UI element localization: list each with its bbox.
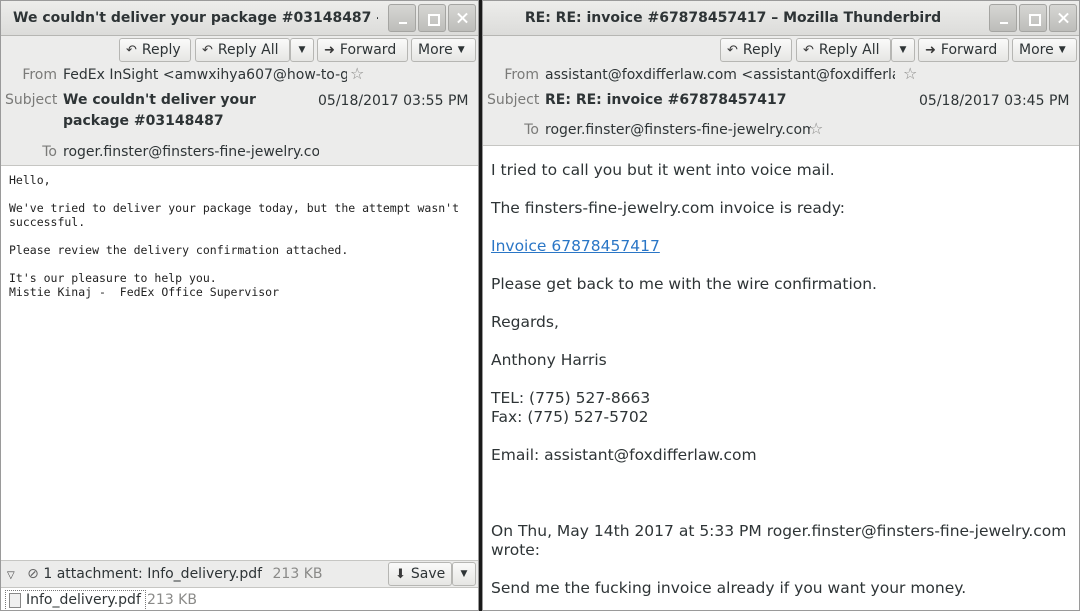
- from-label: From: [22, 67, 57, 83]
- attachment-bar: ▽ ⊘ 1 attachment: Info_delivery.pdf 213 …: [1, 560, 478, 587]
- attachment-size: 213 KB: [272, 566, 323, 582]
- body-paragraph: Regards,: [491, 313, 559, 331]
- right-reply-all-dropdown[interactable]: ▼: [891, 38, 915, 62]
- chevron-down-icon: ▼: [298, 45, 306, 55]
- body-paragraph: I tried to call you but it went into voi…: [491, 161, 835, 179]
- attachment-name: Info_delivery.pdf: [26, 592, 141, 608]
- reply-all-label: Reply All: [818, 42, 880, 58]
- left-window-title: We couldn't deliver your package #031484…: [13, 10, 378, 26]
- right-reply-button[interactable]: ↶ Reply: [720, 38, 792, 62]
- star-icon[interactable]: ☆: [350, 64, 364, 83]
- right-window-title: RE: RE: invoice #67878457417 – Mozilla T…: [524, 10, 942, 26]
- from-value[interactable]: assistant@foxdifferlaw.com <assistant@fo…: [545, 67, 895, 83]
- left-message-body: Hello, We've tried to deliver your packa…: [1, 167, 478, 305]
- body-line: It's our pleasure to help you. Mistie Ki…: [9, 271, 280, 299]
- reply-label: Reply: [742, 42, 782, 58]
- left-forward-button[interactable]: ➜ Forward: [317, 38, 408, 62]
- chevron-down-icon: ▼: [460, 569, 468, 579]
- right-titlebar[interactable]: RE: RE: invoice #67878457417 – Mozilla T…: [483, 1, 1079, 36]
- reply-all-icon: ↶: [803, 42, 814, 58]
- signature-email: Email: assistant@foxdifferlaw.com: [491, 446, 757, 464]
- right-maximize-button[interactable]: [1019, 4, 1047, 32]
- pdf-file-icon: [9, 593, 21, 608]
- subject-value: RE: RE: invoice #67878457417: [545, 92, 787, 108]
- right-minimize-button[interactable]: [989, 4, 1017, 32]
- left-close-button[interactable]: [448, 4, 476, 32]
- left-reply-all-dropdown[interactable]: ▼: [290, 38, 314, 62]
- subject-label: Subject: [5, 92, 58, 108]
- more-label: More: [1019, 42, 1054, 58]
- reply-all-label: Reply All: [217, 42, 279, 58]
- reply-label: Reply: [141, 42, 181, 58]
- forward-label: Forward: [339, 42, 397, 58]
- paperclip-icon: ⊘: [27, 566, 39, 582]
- forward-icon: ➜: [324, 42, 335, 58]
- more-label: More: [418, 42, 453, 58]
- from-label: From: [504, 67, 539, 83]
- forward-icon: ➜: [925, 42, 936, 58]
- download-icon: ⬇: [395, 566, 406, 582]
- forward-label: Forward: [940, 42, 998, 58]
- invoice-link[interactable]: Invoice 67878457417: [491, 237, 660, 255]
- subject-label: Subject: [487, 92, 540, 108]
- left-more-button[interactable]: More ▼: [411, 38, 476, 62]
- body-paragraph: Please get back to me with the wire conf…: [491, 275, 877, 293]
- save-label: Save: [410, 566, 446, 582]
- right-close-button[interactable]: [1049, 4, 1077, 32]
- star-icon[interactable]: ☆: [809, 119, 823, 138]
- left-reply-all-button[interactable]: ↶ Reply All: [195, 38, 290, 62]
- reply-all-icon: ↶: [202, 42, 213, 58]
- from-value[interactable]: FedEx InSight <amwxihya607@how-to-g...: [63, 67, 347, 83]
- signature-tel: TEL: (775) 527-8663: [491, 389, 651, 407]
- left-titlebar[interactable]: We couldn't deliver your package #031484…: [1, 1, 478, 36]
- right-message-body: I tried to call you but it went into voi…: [483, 147, 1079, 610]
- chevron-down-icon: ▼: [899, 45, 907, 55]
- star-icon[interactable]: ☆: [903, 64, 917, 83]
- chevron-down-icon: ▼: [457, 45, 465, 55]
- reply-icon: ↶: [727, 42, 738, 58]
- left-minimize-button[interactable]: [388, 4, 416, 32]
- left-reply-button[interactable]: ↶ Reply: [119, 38, 191, 62]
- attachment-item-size: 213 KB: [147, 592, 197, 608]
- attachment-summary: 1 attachment: Info_delivery.pdf: [43, 566, 263, 582]
- right-reply-all-button[interactable]: ↶ Reply All: [796, 38, 891, 62]
- save-attachment-button[interactable]: ⬇ Save: [388, 562, 452, 586]
- to-label: To: [524, 122, 539, 138]
- left-maximize-button[interactable]: [418, 4, 446, 32]
- body-line: Hello,: [9, 173, 51, 187]
- body-line: We've tried to deliver your package toda…: [9, 201, 466, 229]
- to-label: To: [42, 144, 57, 160]
- right-forward-button[interactable]: ➜ Forward: [918, 38, 1009, 62]
- save-dropdown[interactable]: ▼: [452, 562, 476, 586]
- to-value[interactable]: roger.finster@finsters-fine-jewelry.com: [545, 122, 811, 138]
- chevron-down-icon: ▼: [1058, 45, 1066, 55]
- right-mail-window: RE: RE: invoice #67878457417 – Mozilla T…: [482, 0, 1080, 611]
- quote-header: On Thu, May 14th 2017 at 5:33 PM roger.f…: [491, 522, 1067, 559]
- signature-name: Anthony Harris: [491, 351, 607, 369]
- attachment-list: Info_delivery.pdf 213 KB: [1, 587, 478, 610]
- subject-value: We couldn't deliver your package #031484…: [63, 92, 256, 129]
- right-message-header: ↶ Reply ↶ Reply All ▼ ➜ Forward More ▼ F…: [483, 36, 1079, 146]
- quoted-text: Send me the fucking invoice already if y…: [491, 579, 967, 597]
- left-message-header: ↶ Reply ↶ Reply All ▼ ➜ Forward More ▼ F…: [1, 36, 478, 166]
- left-mail-window: We couldn't deliver your package #031484…: [0, 0, 479, 611]
- right-more-button[interactable]: More ▼: [1012, 38, 1077, 62]
- attachment-item[interactable]: Info_delivery.pdf: [5, 590, 146, 610]
- signature-fax: Fax: (775) 527-5702: [491, 408, 649, 426]
- chevron-down-icon[interactable]: ▽: [7, 570, 15, 581]
- message-date: 05/18/2017 03:55 PM: [318, 93, 469, 109]
- body-paragraph: The finsters-fine-jewelry.com invoice is…: [491, 199, 846, 217]
- reply-icon: ↶: [126, 42, 137, 58]
- body-line: Please review the delivery confirmation …: [9, 243, 349, 257]
- to-value[interactable]: roger.finster@finsters-fine-jewelry.com: [63, 144, 319, 160]
- message-date: 05/18/2017 03:45 PM: [919, 93, 1070, 109]
